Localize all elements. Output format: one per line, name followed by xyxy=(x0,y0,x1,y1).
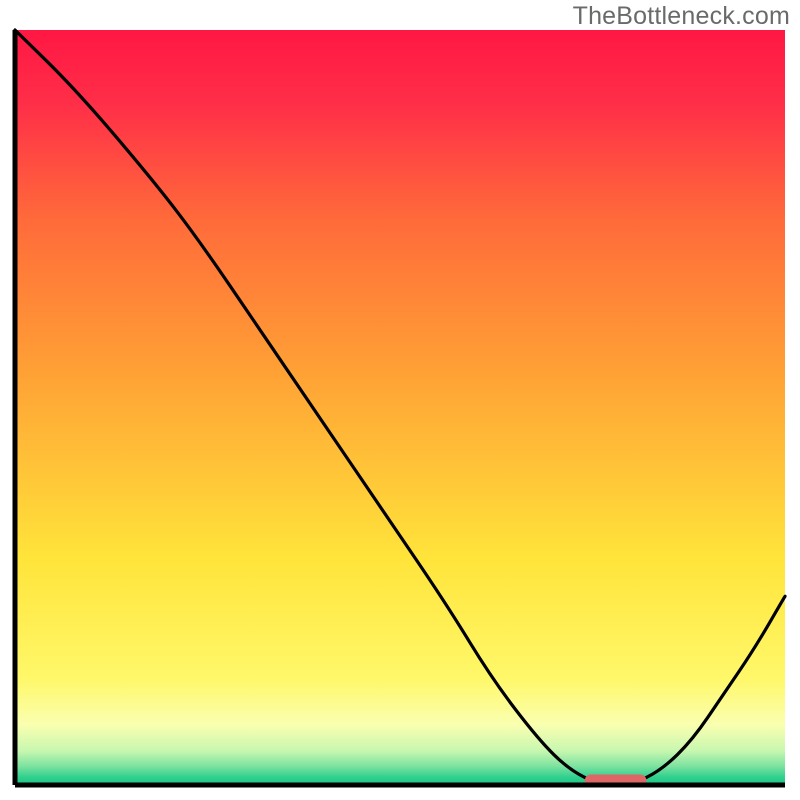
chart-frame: TheBottleneck.com xyxy=(0,0,800,800)
bottleneck-chart xyxy=(0,0,800,800)
plot-background xyxy=(15,30,785,785)
watermark-text: TheBottleneck.com xyxy=(573,2,790,31)
